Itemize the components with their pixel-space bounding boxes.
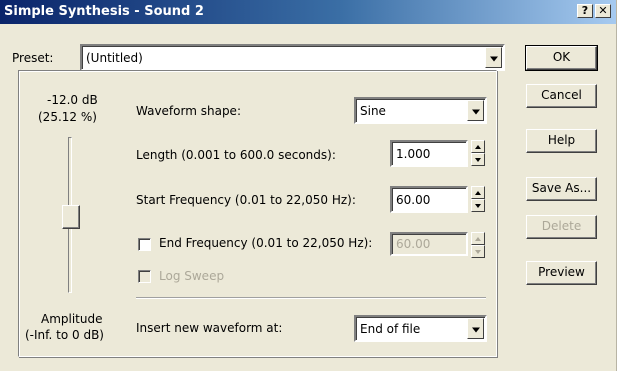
- arrow-up-icon: [475, 144, 481, 149]
- start-frequency-spinner[interactable]: [471, 186, 485, 212]
- insert-at-dropdown[interactable]: End of file: [354, 315, 487, 342]
- arrow-up-icon: [475, 190, 481, 195]
- waveform-shape-dropdown[interactable]: Sine: [354, 97, 487, 124]
- end-frequency-spinner[interactable]: [471, 232, 485, 258]
- window-title: Simple Synthesis - Sound 2: [4, 4, 204, 19]
- end-frequency-spin-down[interactable]: [471, 245, 485, 258]
- start-frequency-spin-down[interactable]: [471, 199, 485, 212]
- waveform-dropdown-button[interactable]: [467, 100, 484, 121]
- start-frequency-spin-up[interactable]: [471, 186, 485, 199]
- preview-button[interactable]: Preview: [526, 261, 597, 285]
- end-frequency-input[interactable]: 60.00: [390, 232, 468, 256]
- chevron-down-icon: [471, 109, 480, 114]
- length-spin-up[interactable]: [471, 140, 485, 153]
- arrow-down-icon: [475, 157, 481, 162]
- preset-value: (Untitled): [86, 50, 143, 65]
- end-frequency-label: End Frequency (0.01 to 22,050 Hz):: [159, 236, 373, 250]
- simple-synthesis-dialog: Simple Synthesis - Sound 2 ? ✕ Preset: (…: [0, 0, 617, 371]
- start-frequency-label: Start Frequency (0.01 to 22,050 Hz):: [136, 193, 356, 207]
- length-spin-down[interactable]: [471, 153, 485, 166]
- save-as-button[interactable]: Save As...: [526, 177, 597, 201]
- amplitude-slider-thumb[interactable]: [62, 205, 80, 229]
- help-title-button[interactable]: ?: [577, 4, 593, 18]
- delete-button[interactable]: Delete: [526, 215, 597, 239]
- end-frequency-checkbox[interactable]: [138, 238, 151, 251]
- length-spinner[interactable]: [471, 140, 485, 166]
- chevron-down-icon: [489, 56, 498, 61]
- waveform-shape-label: Waveform shape:: [136, 104, 241, 118]
- preset-dropdown-button[interactable]: [485, 47, 502, 68]
- close-button[interactable]: ✕: [595, 4, 611, 18]
- preset-dropdown[interactable]: (Untitled): [80, 44, 505, 71]
- start-frequency-value: 60.00: [396, 192, 431, 207]
- ok-button[interactable]: OK: [525, 45, 598, 71]
- preset-label: Preset:: [12, 51, 54, 65]
- amplitude-percent-readout: (25.12 %): [38, 110, 97, 124]
- end-frequency-spin-up[interactable]: [471, 232, 485, 245]
- help-button[interactable]: Help: [526, 129, 597, 153]
- length-label: Length (0.001 to 600.0 seconds):: [136, 148, 336, 162]
- question-mark-icon: ?: [581, 4, 589, 17]
- start-frequency-input[interactable]: 60.00: [390, 186, 468, 213]
- end-frequency-value: 60.00: [396, 237, 431, 251]
- amplitude-label: Amplitude: [41, 312, 103, 326]
- close-icon: ✕: [598, 4, 608, 17]
- cancel-button[interactable]: Cancel: [526, 84, 597, 108]
- insert-at-label: Insert new waveform at:: [136, 321, 283, 335]
- title-bar[interactable]: Simple Synthesis - Sound 2 ? ✕: [0, 0, 616, 24]
- length-input[interactable]: 1.000: [390, 140, 468, 167]
- log-sweep-checkbox[interactable]: [138, 270, 151, 283]
- amplitude-range-label: (-Inf. to 0 dB): [25, 328, 104, 342]
- arrow-down-icon: [475, 203, 481, 208]
- arrow-up-icon: [475, 236, 481, 241]
- insert-at-dropdown-button[interactable]: [467, 318, 484, 339]
- insert-at-value: End of file: [360, 321, 421, 336]
- length-value: 1.000: [396, 146, 431, 161]
- amplitude-db-readout: -12.0 dB: [47, 93, 98, 107]
- chevron-down-icon: [471, 327, 480, 332]
- divider: [136, 297, 486, 299]
- arrow-down-icon: [475, 249, 481, 254]
- waveform-shape-value: Sine: [360, 103, 386, 118]
- log-sweep-label: Log Sweep: [159, 269, 225, 283]
